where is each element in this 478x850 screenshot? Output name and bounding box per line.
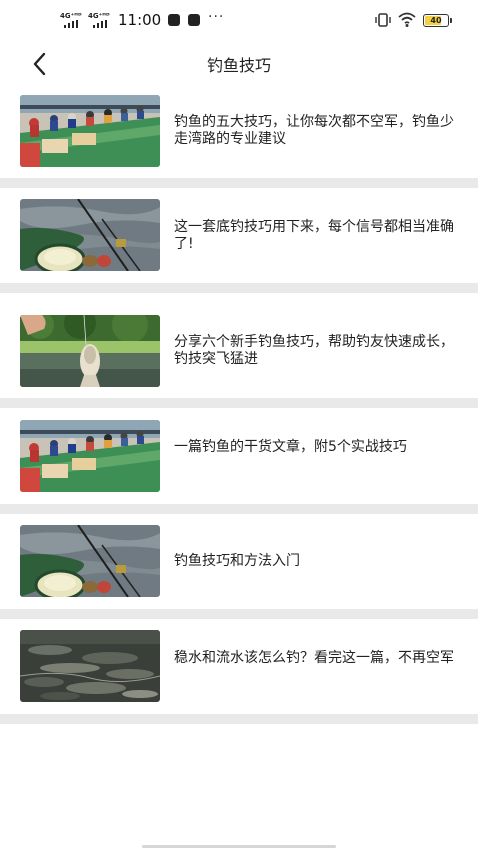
nav-bar: 钓鱼技巧 <box>0 42 478 84</box>
article-item[interactable]: 一篇钓鱼的干货文章，附5个实战技巧 <box>0 408 478 504</box>
signal-icon-1 <box>64 20 78 28</box>
article-thumbnail <box>20 315 160 387</box>
battery-level: 40 <box>430 16 442 25</box>
article-title: 钓鱼的五大技巧，让你每次都不空军，钓鱼少走湾路的专业建议 <box>174 114 454 147</box>
divider <box>0 504 478 514</box>
caught-fish-image <box>20 315 160 387</box>
divider <box>0 178 478 188</box>
article-thumbnail <box>20 199 160 271</box>
signal-icon-2 <box>93 20 107 28</box>
vibrate-icon <box>375 13 391 27</box>
network-label-1: 4G⁺ᴴᴰ <box>60 12 82 20</box>
article-title: 稳水和流水该怎么钓？看完这一篇，不再空军 <box>174 650 454 666</box>
divider <box>0 283 478 293</box>
article-title: 分享六个新手钓鱼技巧，帮助钓友快速成长，钓技突飞猛进 <box>174 334 454 367</box>
status-bar: 4G⁺ᴴᴰ 4G⁺ᴴᴰ 11:00 ··· 40 <box>0 0 478 42</box>
fishing-rod-bait-image <box>20 525 160 597</box>
network-label-2: 4G⁺ᴴᴰ <box>88 12 110 20</box>
video-icon <box>188 14 200 26</box>
article-item[interactable]: 稳水和流水该怎么钓？看完这一篇，不再空军 <box>0 619 478 714</box>
divider <box>0 609 478 619</box>
divider <box>0 398 478 408</box>
more-notifications-icon: ··· <box>208 9 225 25</box>
fishing-rod-bait-image <box>20 199 160 271</box>
battery-icon: 40 <box>423 14 449 27</box>
article-item[interactable]: 分享六个新手钓鱼技巧，帮助钓友快速成长，钓技突飞猛进 <box>0 293 478 398</box>
crowd-fishing-image <box>20 420 160 492</box>
divider <box>0 714 478 724</box>
home-indicator[interactable] <box>142 845 336 848</box>
wifi-icon <box>398 12 416 27</box>
article-item[interactable]: 钓鱼技巧和方法入门 <box>0 514 478 609</box>
river-water-image <box>20 630 160 702</box>
article-title: 一篇钓鱼的干货文章，附5个实战技巧 <box>174 439 407 455</box>
article-title: 钓鱼技巧和方法入门 <box>174 553 300 569</box>
article-item[interactable]: 这一套底钓技巧用下来，每个信号都相当准确了! <box>0 188 478 283</box>
page-title: 钓鱼技巧 <box>206 56 271 75</box>
article-thumbnail <box>20 95 160 167</box>
article-thumbnail <box>20 420 160 492</box>
article-item[interactable]: 钓鱼的五大技巧，让你每次都不空军，钓鱼少走湾路的专业建议 <box>0 88 478 178</box>
article-title: 这一套底钓技巧用下来，每个信号都相当准确了! <box>174 219 454 252</box>
clock: 11:00 <box>118 11 162 29</box>
article-thumbnail <box>20 630 160 702</box>
article-thumbnail <box>20 525 160 597</box>
message-icon <box>168 14 180 26</box>
crowd-fishing-image <box>20 95 160 167</box>
